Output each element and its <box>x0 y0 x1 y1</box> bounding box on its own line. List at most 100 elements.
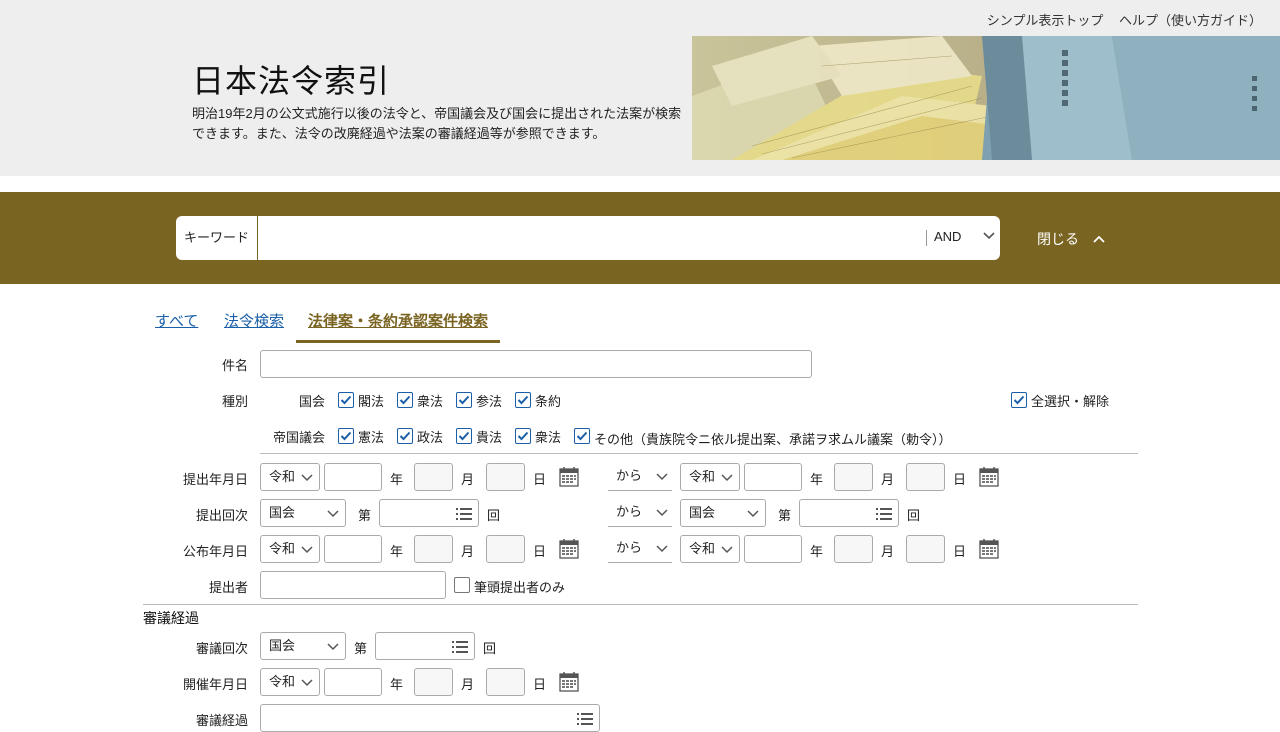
calendar-icon[interactable] <box>979 538 999 559</box>
kenpo-label: 憲法 <box>358 430 385 445</box>
checkbox-teikoku-shuho[interactable] <box>515 428 531 444</box>
hero-image <box>692 36 1280 160</box>
keyword-input[interactable] <box>260 222 920 254</box>
meeting-day-input[interactable] <box>486 668 525 696</box>
deliberation-session-input[interactable] <box>375 632 475 660</box>
chevron-down-icon <box>721 546 733 554</box>
checkbox-select-all[interactable] <box>1011 392 1027 408</box>
chevron-up-icon <box>1093 236 1105 243</box>
month-unit: 月 <box>461 544 475 559</box>
tab-all[interactable]: すべて <box>155 310 198 331</box>
checkbox-kiho[interactable] <box>456 428 472 444</box>
subject-input[interactable] <box>260 350 812 378</box>
submit-year-from-input[interactable] <box>324 463 382 491</box>
checkbox-lead-submitter[interactable] <box>454 577 470 593</box>
checkbox-kakuho[interactable] <box>338 392 354 408</box>
checkbox-other[interactable] <box>574 428 590 444</box>
submit-era-to-select[interactable]: 令和 <box>680 463 740 491</box>
year-unit: 年 <box>810 544 824 559</box>
submit-session-from-input[interactable] <box>379 499 479 527</box>
promulgation-year-to-input[interactable] <box>744 535 802 563</box>
session-unit: 回 <box>483 641 497 656</box>
meeting-era-select[interactable]: 令和 <box>260 668 320 696</box>
list-icon[interactable] <box>452 640 468 654</box>
operator-select[interactable]: AND <box>934 229 961 244</box>
promulgation-year-from-input[interactable] <box>324 535 382 563</box>
meeting-year-input[interactable] <box>324 668 382 696</box>
site-title: 日本法令索引 <box>192 62 391 100</box>
promulgation-era-to-select[interactable]: 令和 <box>680 535 740 563</box>
simple-top-link[interactable]: シンプル表示トップ <box>987 13 1104 28</box>
promulgation-month-to-input[interactable] <box>834 535 873 563</box>
promulgation-era-from-select[interactable]: 令和 <box>260 535 320 563</box>
progress-input[interactable] <box>260 704 600 732</box>
promulgation-range-select[interactable]: から <box>608 535 672 563</box>
deliberation-assembly-select[interactable]: 国会 <box>260 632 346 660</box>
list-icon[interactable] <box>456 507 472 521</box>
calendar-icon[interactable] <box>559 671 579 692</box>
calendar-icon[interactable] <box>979 466 999 487</box>
day-unit: 日 <box>953 544 967 559</box>
meeting-date-label: 開催年月日 <box>182 677 248 692</box>
tab-law-search[interactable]: 法令検索 <box>224 310 284 331</box>
lead-submitter-label: 筆頭提出者のみ <box>474 580 566 595</box>
submit-era-from-select[interactable]: 令和 <box>260 463 320 491</box>
submitter-input[interactable] <box>260 571 446 599</box>
divider <box>143 604 1138 605</box>
submit-session-label: 提出回次 <box>195 508 248 523</box>
chevron-down-icon <box>301 679 313 687</box>
subject-label: 件名 <box>221 358 248 373</box>
session-unit: 回 <box>487 508 501 523</box>
checkbox-kenpo[interactable] <box>338 428 354 444</box>
teikoku-label: 帝国議会 <box>273 430 326 445</box>
checkbox-shuho[interactable] <box>397 392 413 408</box>
day-unit: 日 <box>533 472 547 487</box>
kiho-label: 貴法 <box>476 430 503 445</box>
chevron-down-icon <box>721 474 733 482</box>
submit-range-select[interactable]: から <box>608 463 672 491</box>
site-header: シンプル表示トップ ヘルプ（使い方ガイド） 日本法令索引 明治19年2月の公文式… <box>0 0 1280 176</box>
list-icon[interactable] <box>876 507 892 521</box>
year-unit: 年 <box>390 472 404 487</box>
calendar-icon[interactable] <box>559 538 579 559</box>
select-all-label: 全選択・解除 <box>1031 394 1110 409</box>
submit-day-to-input[interactable] <box>906 463 945 491</box>
meeting-month-input[interactable] <box>414 668 453 696</box>
chevron-down-icon <box>656 473 668 481</box>
shuho-label: 衆法 <box>417 394 444 409</box>
submit-day-from-input[interactable] <box>486 463 525 491</box>
submit-assembly-to-select[interactable]: 国会 <box>680 499 766 527</box>
submit-year-to-input[interactable] <box>744 463 802 491</box>
session-range-select[interactable]: から <box>608 499 672 527</box>
promulgation-month-from-input[interactable] <box>414 535 453 563</box>
promulgation-date-label: 公布年月日 <box>182 544 248 559</box>
kakuho-label: 閣法 <box>358 394 385 409</box>
chevron-down-icon <box>656 509 668 517</box>
checkbox-sanpo[interactable] <box>456 392 472 408</box>
site-description: 明治19年2月の公文式施行以後の法令と、帝国議会及び国会に提出された法案が検索で… <box>192 106 682 141</box>
type-label: 種別 <box>221 394 248 409</box>
close-search-button[interactable]: 閉じる <box>1037 229 1105 249</box>
keyword-search-bar: キーワード AND 閉じる <box>0 192 1280 284</box>
calendar-icon[interactable] <box>559 466 579 487</box>
checkbox-treaty[interactable] <box>515 392 531 408</box>
close-label: 閉じる <box>1037 231 1079 247</box>
submit-month-to-input[interactable] <box>834 463 873 491</box>
help-link[interactable]: ヘルプ（使い方ガイド） <box>1119 13 1262 28</box>
list-icon[interactable] <box>577 712 593 726</box>
year-unit: 年 <box>810 472 824 487</box>
ordinal-prefix: 第 <box>778 508 792 523</box>
tab-bill-search[interactable]: 法律案・条約承認案件検索 <box>308 310 488 331</box>
promulgation-day-to-input[interactable] <box>906 535 945 563</box>
chevron-down-icon[interactable] <box>982 228 996 245</box>
keyword-label: キーワード <box>176 216 258 260</box>
submit-assembly-from-select[interactable]: 国会 <box>260 499 346 527</box>
promulgation-day-from-input[interactable] <box>486 535 525 563</box>
chevron-down-icon <box>301 546 313 554</box>
submit-month-from-input[interactable] <box>414 463 453 491</box>
ordinal-prefix: 第 <box>358 508 372 523</box>
treaty-label: 条約 <box>535 394 562 409</box>
checkbox-seiho[interactable] <box>397 428 413 444</box>
year-unit: 年 <box>390 544 404 559</box>
submit-session-to-input[interactable] <box>799 499 899 527</box>
